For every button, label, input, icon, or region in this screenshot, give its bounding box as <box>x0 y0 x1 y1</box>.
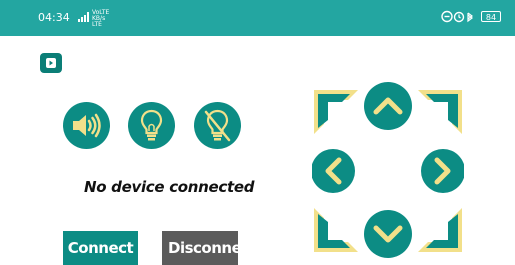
dpad <box>312 82 464 258</box>
alarm-icon <box>453 11 465 23</box>
dpad-right-button[interactable] <box>421 149 464 193</box>
menu-button[interactable] <box>40 53 62 73</box>
status-time: 04:34 <box>38 11 70 24</box>
battery-icon: 84 <box>481 11 501 22</box>
corner-top-left <box>314 90 358 134</box>
light-on-button[interactable] <box>128 102 175 149</box>
horn-button[interactable] <box>63 102 110 149</box>
dpad-up-button[interactable] <box>364 82 412 130</box>
connect-button[interactable]: Connect <box>63 231 138 265</box>
volume-icon <box>73 113 101 138</box>
status-icons <box>441 10 473 23</box>
battery-level: 84 <box>485 13 497 22</box>
bluetooth-icon <box>467 12 473 23</box>
dpad-down-button[interactable] <box>364 210 412 258</box>
signal-icon <box>78 12 89 22</box>
corner-bottom-left <box>314 208 358 252</box>
light-off-button[interactable] <box>194 102 241 149</box>
disconnect-button[interactable]: Disconne <box>162 231 238 265</box>
network-bottom: KB/s LTE <box>92 15 106 28</box>
nfc-icon <box>441 10 453 23</box>
network-indicator: VoLTE KB/s LTE <box>92 10 112 28</box>
lightbulb-icon <box>140 109 163 141</box>
play-icon <box>46 58 56 68</box>
connection-status: No device connected <box>84 178 255 196</box>
corner-top-right <box>418 90 462 134</box>
dpad-left-button[interactable] <box>312 149 355 193</box>
lightbulb-off-icon <box>204 109 231 142</box>
status-bar: 04:34 VoLTE KB/s LTE 84 <box>0 0 515 36</box>
corner-bottom-right <box>418 208 462 252</box>
